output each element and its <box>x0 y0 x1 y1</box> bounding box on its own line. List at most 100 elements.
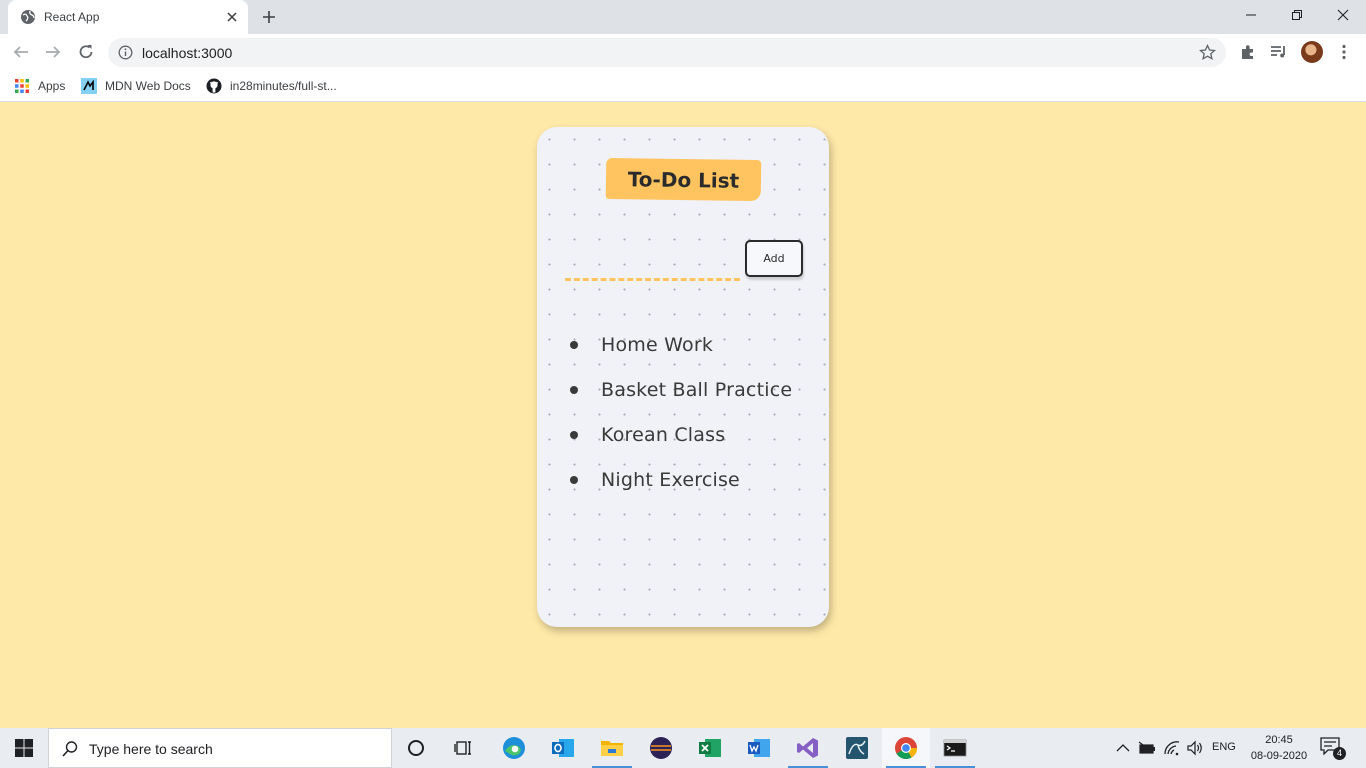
bookmark-mdn[interactable]: MDN Web Docs <box>81 77 191 95</box>
todo-title: To-Do List <box>605 157 762 202</box>
edge-icon <box>503 737 525 759</box>
browser-toolbar: localhost:3000 <box>0 34 1366 70</box>
input-language[interactable]: ENG <box>1212 741 1236 753</box>
taskbar-visual-studio[interactable] <box>784 728 832 768</box>
bullet-icon <box>570 431 578 439</box>
github-icon <box>206 78 222 94</box>
taskbar-terminal[interactable] <box>931 728 979 768</box>
todo-item[interactable]: Night Exercise <box>567 460 792 505</box>
taskbar-edge[interactable] <box>490 728 538 768</box>
more-vertical-icon <box>1342 44 1346 60</box>
visual-studio-icon <box>797 738 818 758</box>
bullet-icon <box>570 341 578 349</box>
cortana-icon <box>408 740 424 756</box>
task-view-icon <box>454 741 471 755</box>
add-button[interactable]: Add <box>745 240 803 277</box>
taskbar-excel[interactable] <box>686 728 734 768</box>
taskbar-cortana[interactable] <box>392 728 440 768</box>
todo-item[interactable]: Home Work <box>567 325 792 370</box>
tab-title: React App <box>44 10 100 24</box>
new-tab-icon[interactable] <box>258 7 280 27</box>
battery-button[interactable] <box>1138 739 1156 757</box>
back-button[interactable] <box>10 41 32 63</box>
close-tab-icon[interactable] <box>224 9 240 25</box>
outlook-icon <box>552 739 574 757</box>
todo-input[interactable] <box>565 255 740 281</box>
bookmark-github[interactable]: in28minutes/full-st... <box>206 77 337 95</box>
action-center-button[interactable]: 4 <box>1320 737 1346 761</box>
file-explorer-icon <box>601 741 623 756</box>
taskbar-word[interactable] <box>735 728 783 768</box>
arrow-left-icon <box>13 46 28 58</box>
minimize-button[interactable] <box>1228 0 1274 30</box>
network-button[interactable] <box>1163 739 1181 757</box>
address-bar[interactable]: localhost:3000 <box>108 38 1226 67</box>
word-icon <box>748 739 770 757</box>
mdn-icon <box>81 78 97 94</box>
close-window-button[interactable] <box>1320 0 1366 30</box>
menu-button[interactable] <box>1335 43 1353 61</box>
todo-card: To-Do List Add Home Work Basket Ball Pra… <box>537 127 829 627</box>
bookmarks-bar: Apps MDN Web Docs in28minutes/full-st... <box>0 70 1366 102</box>
todo-list: Home Work Basket Ball Practice Korean Cl… <box>567 325 792 505</box>
reload-icon <box>79 45 93 59</box>
reload-button[interactable] <box>75 41 97 63</box>
taskbar-search[interactable]: Type here to search <box>48 728 392 768</box>
bookmark-label: in28minutes/full-st... <box>230 79 337 93</box>
todo-item-text: Korean Class <box>601 424 726 446</box>
wifi-icon <box>1164 741 1180 756</box>
clock[interactable]: 20:45 08-09-2020 <box>1247 732 1311 764</box>
battery-icon <box>1138 741 1155 754</box>
excel-icon <box>699 739 721 757</box>
bookmark-label: MDN Web Docs <box>105 79 191 93</box>
taskbar-task-view[interactable] <box>440 728 488 768</box>
search-placeholder: Type here to search <box>89 741 213 757</box>
info-icon[interactable] <box>118 45 133 60</box>
bookmark-label: Apps <box>38 79 66 93</box>
media-control-button[interactable] <box>1270 43 1288 61</box>
taskbar-chrome[interactable] <box>882 728 930 768</box>
chrome-icon <box>895 737 917 759</box>
taskbar-outlook[interactable] <box>539 728 587 768</box>
clock-date: 08-09-2020 <box>1250 750 1308 762</box>
close-icon <box>1337 9 1349 21</box>
todo-item[interactable]: Basket Ball Practice <box>567 370 792 415</box>
profile-avatar[interactable] <box>1301 41 1323 63</box>
start-button[interactable] <box>0 728 48 768</box>
tab-react-app[interactable]: React App <box>8 0 248 34</box>
extensions-button[interactable] <box>1239 43 1257 61</box>
todo-item-text: Basket Ball Practice <box>601 379 793 401</box>
terminal-icon <box>943 739 967 757</box>
todo-item-text: Home Work <box>601 334 714 356</box>
apps-grid-icon <box>15 79 29 93</box>
minimize-icon <box>1246 14 1256 16</box>
notification-count-badge: 4 <box>1333 747 1346 760</box>
bullet-icon <box>570 386 578 394</box>
todo-item-text: Night Exercise <box>601 469 740 491</box>
taskbar: Type here to search ENG 20:45 08-09-2020… <box>0 728 1366 768</box>
arrow-right-icon <box>46 46 61 58</box>
playlist-icon <box>1271 46 1285 58</box>
todo-item[interactable]: Korean Class <box>567 415 792 460</box>
windows-logo-icon <box>15 739 33 757</box>
tab-strip: React App <box>0 0 1366 34</box>
taskbar-file-explorer[interactable] <box>588 728 636 768</box>
puzzle-icon <box>1241 44 1253 59</box>
clock-time: 20:45 <box>1265 734 1293 746</box>
star-icon[interactable] <box>1199 44 1216 61</box>
forward-button[interactable] <box>42 41 64 63</box>
url-text[interactable]: localhost:3000 <box>142 45 232 61</box>
taskbar-mysql-workbench[interactable] <box>833 728 881 768</box>
eclipse-icon <box>650 737 672 759</box>
bullet-icon <box>570 476 578 484</box>
show-hidden-icons-button[interactable] <box>1114 739 1132 757</box>
taskbar-eclipse[interactable] <box>637 728 685 768</box>
page-viewport: To-Do List Add Home Work Basket Ball Pra… <box>0 103 1366 728</box>
chevron-up-icon <box>1116 744 1130 752</box>
mysql-workbench-icon <box>846 737 868 759</box>
bookmark-apps[interactable]: Apps <box>14 77 65 95</box>
globe-icon <box>21 10 35 24</box>
volume-button[interactable] <box>1186 739 1204 757</box>
speaker-icon <box>1187 740 1202 756</box>
restore-button[interactable] <box>1274 0 1320 30</box>
